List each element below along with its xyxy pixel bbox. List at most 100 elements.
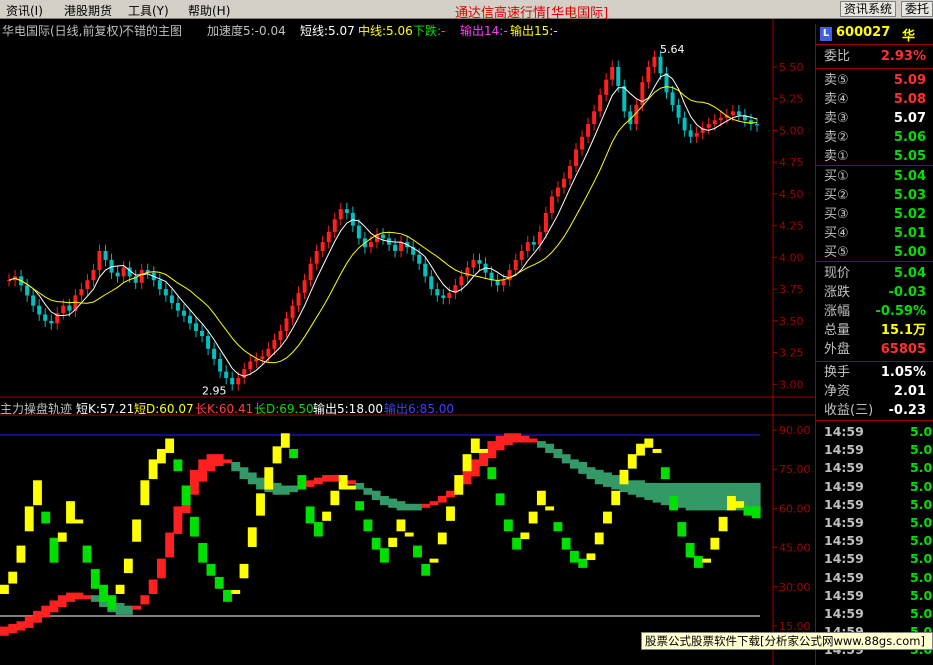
stat-row-value: 15.1万 bbox=[880, 323, 926, 338]
candle bbox=[531, 242, 536, 245]
tick-row: 14:59 5.0 bbox=[824, 478, 932, 496]
short-line-value: 短线:5.07 bbox=[300, 24, 355, 38]
sell-level-3: 卖③ 5.07 bbox=[824, 109, 932, 128]
short-trend-band bbox=[487, 467, 497, 480]
candle bbox=[754, 124, 759, 126]
buy-level-1-value: 5.04 bbox=[893, 169, 926, 184]
long-trend-band bbox=[33, 610, 42, 623]
long-trend-band bbox=[206, 454, 216, 472]
long-trend-band bbox=[24, 616, 34, 628]
candle bbox=[580, 136, 585, 150]
candle bbox=[592, 111, 597, 125]
short-trend-band bbox=[388, 537, 398, 547]
candle bbox=[730, 111, 735, 116]
short-trend-band bbox=[256, 493, 265, 516]
long-trend-band bbox=[165, 532, 175, 558]
menu-info[interactable]: 资讯(I) bbox=[6, 2, 43, 19]
short-trend-band bbox=[545, 506, 555, 511]
candle bbox=[37, 305, 42, 315]
short-trend-band bbox=[536, 490, 546, 506]
long-trend-band bbox=[594, 469, 604, 485]
trade-button[interactable]: 委托 bbox=[901, 1, 933, 17]
candle bbox=[477, 259, 482, 264]
candle bbox=[652, 56, 657, 67]
candle bbox=[622, 85, 627, 112]
long-trend-band bbox=[603, 472, 612, 487]
footer-ad[interactable]: 股票公式股票软件下载[分析家公式网www.88gs.com] bbox=[641, 632, 933, 650]
candle bbox=[598, 94, 603, 112]
short-trend-band bbox=[520, 532, 530, 540]
long-trend-band bbox=[57, 595, 67, 608]
long-trend-band bbox=[214, 454, 224, 467]
wei-bi-value: 2.93% bbox=[880, 49, 926, 64]
y-tick-label: 5.50 bbox=[779, 61, 804, 74]
buy-level-3-value: 5.02 bbox=[893, 207, 926, 222]
candle bbox=[200, 330, 205, 337]
ma-mid-line bbox=[8, 86, 758, 364]
mid-line-value: 中线:5.06 bbox=[358, 24, 413, 38]
menu-help[interactable]: 帮助(H) bbox=[188, 2, 230, 19]
short-trend-band bbox=[338, 475, 348, 490]
long-trend-band bbox=[404, 503, 414, 511]
candle bbox=[688, 130, 693, 137]
stat-row: 现价 5.04 bbox=[824, 264, 932, 283]
long-trend-band bbox=[470, 459, 480, 477]
tick-time: 14:59 bbox=[824, 460, 864, 476]
candle bbox=[31, 295, 36, 306]
short-trend-band bbox=[305, 506, 315, 524]
tick-price: 5.0 bbox=[910, 424, 933, 439]
short-trend-band bbox=[49, 537, 59, 563]
short-trend-band bbox=[512, 537, 522, 550]
buy-level-5: 买⑤ 5.00 bbox=[824, 243, 932, 262]
short-trend-band bbox=[685, 542, 695, 558]
long-d-value: 长D:69.50 bbox=[254, 402, 314, 416]
short-trend-band bbox=[751, 506, 761, 519]
info-system-button[interactable]: 资讯系统 bbox=[840, 1, 897, 17]
tick-row: 14:59 5.0 bbox=[824, 514, 932, 532]
long-trend-band bbox=[256, 477, 265, 490]
long-trend-band bbox=[330, 475, 340, 482]
long-trend-band bbox=[223, 459, 232, 464]
candle bbox=[49, 320, 54, 324]
short-trend-band bbox=[156, 448, 166, 464]
menu-tools[interactable]: 工具(Y) bbox=[128, 2, 169, 19]
kline-chart[interactable]: 5.50 5.25 5.00 4.75 4.50 4.25 4.00 3.75 3.50 3.25… bbox=[0, 19, 815, 665]
stat-row: 涨跌 -0.03 bbox=[824, 283, 932, 302]
long-trend-band bbox=[570, 459, 579, 469]
short-trend-band bbox=[710, 537, 720, 550]
sell-level-3-label: 卖③ bbox=[824, 111, 849, 126]
long-trend-band bbox=[446, 490, 455, 498]
sell-level-5: 卖⑤ 5.09 bbox=[824, 71, 932, 90]
short-trend-band bbox=[107, 595, 117, 610]
low-price-label: 2.95 bbox=[202, 385, 227, 398]
long-trend-band bbox=[627, 480, 637, 495]
y-tick-label: 4.00 bbox=[779, 251, 804, 264]
tick-time: 14:59 bbox=[824, 515, 864, 530]
candle bbox=[344, 209, 349, 213]
stock-label: 华电国际(日线,前复权) bbox=[2, 24, 124, 38]
candle bbox=[399, 242, 404, 252]
candle bbox=[115, 272, 120, 277]
tick-row: 14:59 5.0 bbox=[824, 423, 932, 441]
buy-level-2: 买② 5.03 bbox=[824, 186, 932, 205]
candle bbox=[181, 310, 186, 316]
sell-level-5-value: 5.09 bbox=[893, 73, 926, 88]
candle bbox=[260, 356, 265, 359]
long-trend-band bbox=[355, 482, 365, 490]
candle bbox=[308, 263, 313, 281]
menu-hk-futures[interactable]: 港股期货 bbox=[64, 2, 112, 19]
short-trend-band bbox=[33, 480, 42, 506]
short-trend-band bbox=[239, 563, 249, 579]
long-trend-band bbox=[429, 501, 439, 506]
candle bbox=[163, 289, 168, 296]
candle bbox=[121, 267, 126, 277]
sell-level-5-label: 卖⑤ bbox=[824, 73, 849, 88]
long-trend-band bbox=[346, 480, 356, 485]
buy-level-2-value: 5.03 bbox=[893, 188, 926, 203]
tick-price: 5.0 bbox=[910, 515, 933, 530]
y-tick-label: 3.50 bbox=[779, 315, 804, 328]
candle bbox=[290, 305, 295, 319]
candle bbox=[555, 187, 560, 197]
chart-area[interactable]: 5.50 5.25 5.00 4.75 4.50 4.25 4.00 3.75 3.50 3.25… bbox=[0, 19, 933, 665]
short-d-value: 短D:60.07 bbox=[134, 402, 194, 416]
